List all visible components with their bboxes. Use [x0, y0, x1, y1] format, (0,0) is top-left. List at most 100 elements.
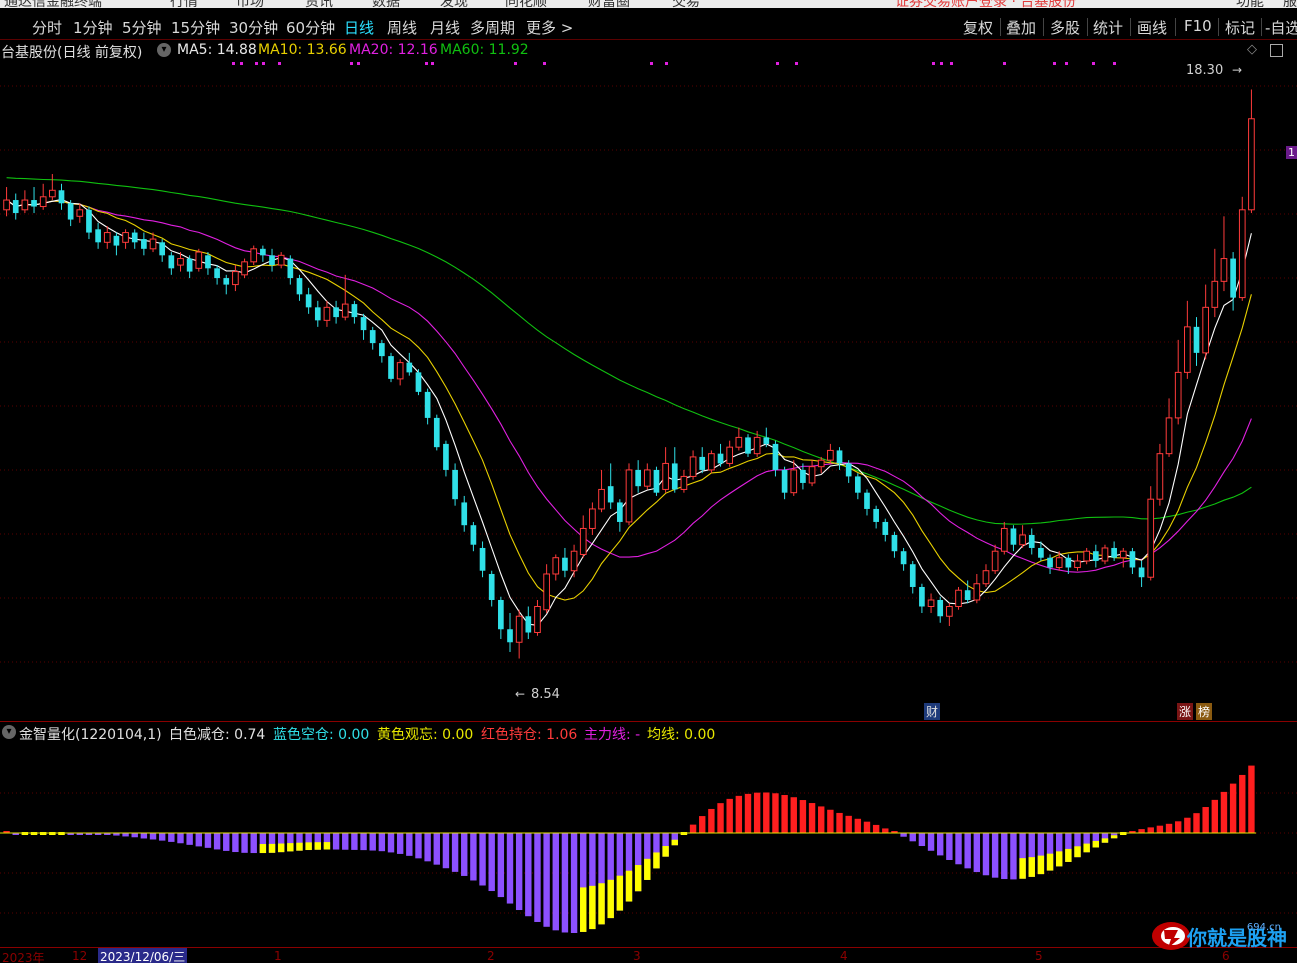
candle[interactable]: [827, 443, 834, 464]
candle[interactable]: [186, 255, 193, 279]
candle[interactable]: [973, 573, 981, 604]
candle[interactable]: [735, 427, 743, 451]
tab-monthly[interactable]: 月线: [430, 17, 460, 38]
candle[interactable]: [406, 352, 413, 376]
candle[interactable]: [643, 463, 651, 490]
candle[interactable]: [1074, 554, 1081, 571]
candle[interactable]: [882, 518, 889, 542]
candle[interactable]: [864, 489, 870, 516]
candle[interactable]: [388, 352, 394, 383]
toolbar-multi-stock-button[interactable]: 多股: [1050, 17, 1080, 38]
candle[interactable]: [552, 554, 560, 581]
candle[interactable]: [570, 544, 578, 578]
candle[interactable]: [314, 300, 321, 327]
candle[interactable]: [1174, 339, 1182, 425]
menu-item-ths[interactable]: 同花顺: [505, 0, 547, 8]
menu-item-news[interactable]: 资讯: [305, 0, 333, 8]
candle[interactable]: [873, 505, 879, 529]
candle[interactable]: [635, 460, 641, 493]
tab-more[interactable]: 更多 >: [526, 17, 573, 38]
candle[interactable]: [525, 606, 532, 640]
candle[interactable]: [67, 200, 74, 227]
candle[interactable]: [1119, 547, 1127, 568]
candle[interactable]: [1238, 196, 1246, 301]
menu-item-market[interactable]: 市场: [236, 0, 264, 8]
candle[interactable]: [900, 547, 907, 571]
toolbar-overlay-button[interactable]: 叠加: [1006, 17, 1036, 38]
tab-weekly[interactable]: 周线: [387, 17, 417, 38]
tab-15min[interactable]: 15分钟: [171, 17, 220, 38]
menu-item-quotes[interactable]: 行情: [170, 0, 198, 8]
menu-item-trade[interactable]: 交易: [672, 0, 700, 8]
candle[interactable]: [982, 564, 990, 587]
candle[interactable]: [31, 187, 37, 214]
candle[interactable]: [443, 440, 449, 477]
candle[interactable]: [726, 440, 734, 467]
candle[interactable]: [113, 232, 120, 256]
toolbar-draw-button[interactable]: 画线: [1137, 17, 1167, 38]
candle[interactable]: [369, 326, 376, 350]
candle[interactable]: [452, 463, 458, 506]
indicator-name[interactable]: 金智量化(1220104,1): [19, 724, 162, 744]
candle[interactable]: [836, 447, 843, 470]
candle[interactable]: [498, 596, 504, 640]
candle[interactable]: [323, 300, 331, 327]
menu-item-discover[interactable]: 发现: [440, 0, 468, 8]
candle[interactable]: [653, 466, 660, 496]
menu-item-service[interactable]: 服: [1283, 0, 1297, 8]
toolbar-stats-button[interactable]: 统计: [1093, 17, 1123, 38]
toolbar-watchlist-button[interactable]: -自选: [1265, 17, 1297, 38]
candle[interactable]: [708, 450, 715, 474]
candle[interactable]: [543, 564, 550, 613]
chevron-down-icon[interactable]: ▾: [2, 725, 16, 739]
candle[interactable]: [49, 174, 56, 201]
candle[interactable]: [625, 463, 633, 526]
candle[interactable]: [360, 313, 367, 340]
candle[interactable]: [946, 603, 953, 627]
candle[interactable]: [1028, 528, 1035, 555]
tab-intraday[interactable]: 分时: [32, 17, 62, 38]
candle[interactable]: [662, 447, 669, 493]
candle[interactable]: [277, 252, 285, 269]
candle[interactable]: [424, 388, 431, 425]
chevron-down-icon[interactable]: ▾: [157, 43, 171, 57]
candle[interactable]: [250, 245, 258, 266]
candle[interactable]: [800, 463, 806, 490]
candle[interactable]: [131, 229, 138, 249]
tab-30min[interactable]: 30分钟: [229, 17, 278, 38]
candle[interactable]: [1092, 544, 1099, 568]
candle[interactable]: [680, 469, 688, 493]
tab-60min[interactable]: 60分钟: [286, 17, 335, 38]
candle[interactable]: [790, 460, 798, 496]
date-label-selected[interactable]: 2023/12/06/三: [98, 948, 188, 963]
candle[interactable]: [937, 596, 944, 623]
candle[interactable]: [854, 473, 861, 500]
candle[interactable]: [269, 248, 275, 272]
candle[interactable]: [351, 300, 358, 324]
tab-5min[interactable]: 5分钟: [122, 17, 162, 38]
candle[interactable]: [991, 544, 999, 574]
candle[interactable]: [1184, 300, 1191, 379]
candle[interactable]: [1211, 248, 1219, 318]
tab-multi-period[interactable]: 多周期: [470, 17, 515, 38]
menu-item-function[interactable]: 功能: [1236, 0, 1264, 8]
candle[interactable]: [3, 187, 10, 217]
candle[interactable]: [1147, 486, 1155, 581]
candle[interactable]: [1165, 398, 1173, 457]
indicator-histogram[interactable]: [0, 743, 1297, 947]
diamond-icon[interactable]: ◇: [1247, 42, 1257, 57]
candle[interactable]: [909, 560, 916, 594]
toolbar-restore-right-button[interactable]: 复权: [963, 17, 993, 38]
candle[interactable]: [76, 203, 84, 223]
stock-name[interactable]: 台基股份(日线 前复权): [1, 42, 142, 62]
candle[interactable]: [396, 359, 404, 386]
menu-notice[interactable]: 证券交易账户登录 · 台基股份: [895, 0, 1076, 8]
candle[interactable]: [39, 183, 47, 210]
window-toggle-icon[interactable]: [1270, 44, 1283, 57]
candle[interactable]: [891, 531, 898, 558]
candle[interactable]: [479, 541, 486, 578]
candle[interactable]: [617, 499, 623, 532]
candle[interactable]: [717, 443, 724, 467]
candle[interactable]: [534, 599, 541, 636]
menu-app-title[interactable]: 通达信金融终端: [4, 0, 102, 8]
